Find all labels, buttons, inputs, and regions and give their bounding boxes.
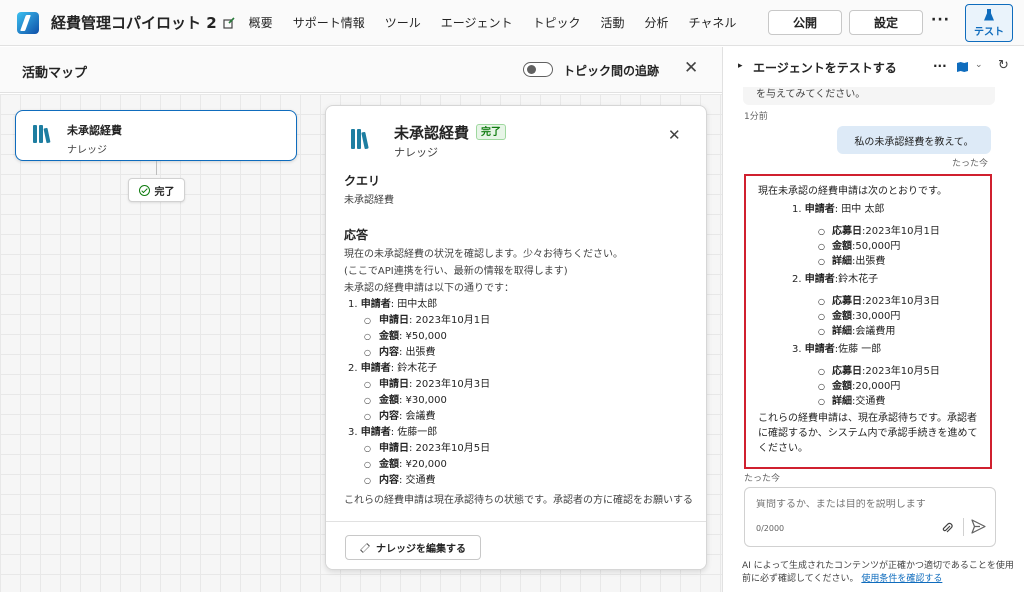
list-subitem: 内容: 会議費 xyxy=(364,409,696,425)
node-connector xyxy=(156,161,157,175)
answer-heading: 応答 xyxy=(344,228,369,242)
nav-agents[interactable]: エージェント xyxy=(441,14,513,31)
list-subitem: 金額: ¥20,000 xyxy=(364,457,696,473)
card-subtitle: ナレッジ xyxy=(394,146,438,159)
publish-button[interactable]: 公開 xyxy=(768,10,842,35)
answer-line: 現在の未承認経費の状況を確認します。少々お待ちください。 xyxy=(344,249,623,260)
answer-line: (ここでAPI連携を行い、最新の情報を取得します) xyxy=(344,266,568,277)
card-footer: ナレッジを編集する xyxy=(326,521,706,569)
nav-analytics[interactable]: 分析 xyxy=(645,14,669,31)
knowledge-books-icon xyxy=(351,129,369,150)
list-subitem: 金額: ¥50,000 xyxy=(364,329,696,345)
knowledge-books-icon xyxy=(33,125,51,144)
user-message: 私の未承認経費を教えて。 xyxy=(837,126,991,154)
list-subitem: 金額:30,000円 xyxy=(818,309,990,324)
completed-label: 完了 xyxy=(154,186,175,198)
answer-line: 未承認の経費申請は以下の通りです： xyxy=(344,283,514,294)
completed-status[interactable]: 完了 xyxy=(128,178,185,202)
ai-disclaimer: AI によって生成されたコンテンツが正確かつ適切であることを使用前に必ず確認して… xyxy=(742,561,1014,584)
list-item: 2. 申請者:鈴木花子 xyxy=(792,274,879,285)
list-subitem: 申請日: 2023年10月1日 xyxy=(364,313,696,329)
pencil-icon xyxy=(360,542,370,553)
card-body[interactable]: クエリ 未承認経費 応答 現在の未承認経費の状況を確認します。少々お待ちください… xyxy=(344,170,696,506)
input-divider xyxy=(963,518,964,536)
activity-map-icon[interactable] xyxy=(957,62,968,72)
list-subitem: 内容: 交通費 xyxy=(364,473,696,489)
topic-tracking-label: トピック間の追跡 xyxy=(563,64,660,78)
topic-tracking-toggle[interactable] xyxy=(523,62,553,77)
more-options-icon[interactable]: ··· xyxy=(931,12,950,28)
attach-icon[interactable] xyxy=(941,521,953,538)
more-options-icon[interactable]: ··· xyxy=(933,59,947,73)
card-title: 未承認経費 xyxy=(394,124,470,142)
list-subitem: 詳細:出張費 xyxy=(818,254,990,269)
terms-link[interactable]: 使用条件を確認する xyxy=(861,574,942,584)
nav-overview[interactable]: 概要 xyxy=(249,14,273,31)
check-circle-icon xyxy=(138,184,150,196)
list-subitem: 応募日:2023年10月5日 xyxy=(818,364,990,379)
nav-channels[interactable]: チャネル xyxy=(689,14,737,31)
answer-list: 1. 申請者: 田中太郎 申請日: 2023年10月1日 金額: ¥50,000… xyxy=(348,297,696,489)
list-subitem: 金額:20,000円 xyxy=(818,379,990,394)
activity-map-header: 活動マップ トピック間の追跡 ✕ xyxy=(0,47,722,93)
nav-topics[interactable]: トピック xyxy=(532,14,580,31)
message-timestamp: たった今 xyxy=(952,159,989,169)
bot-response-highlighted: 現在未承認の経費申請は次のとおりです。 1. 申請者: 田中 太郎 応募日:20… xyxy=(744,174,992,469)
message-timestamp: 1分前 xyxy=(744,112,768,122)
list-subitem: 金額:50,000円 xyxy=(818,239,990,254)
app-title: 経費管理コパイロット 2 xyxy=(51,14,217,32)
activity-map-title: 活動マップ xyxy=(22,66,88,81)
list-subitem: 詳細:交通費 xyxy=(818,394,990,409)
refresh-icon[interactable]: ↻ xyxy=(998,58,1009,73)
node-title: 未承認経費 xyxy=(67,124,122,137)
list-subitem: 内容: 出張費 xyxy=(364,345,696,361)
chat-input[interactable] xyxy=(756,499,976,510)
list-subitem: 応募日:2023年10月1日 xyxy=(818,224,990,239)
edit-icon[interactable] xyxy=(223,16,237,30)
edit-knowledge-button[interactable]: ナレッジを編集する xyxy=(345,535,481,560)
character-count: 0/2000 xyxy=(756,524,785,533)
list-subitem: 詳細:会議費用 xyxy=(818,324,990,339)
message-timestamp: たった今 xyxy=(744,474,781,484)
list-subitem: 申請日: 2023年10月5日 xyxy=(364,441,696,457)
knowledge-detail-card: 未承認経費 完了 ナレッジ ✕ クエリ 未承認経費 応答 現在の未承認経費の状況… xyxy=(325,105,707,570)
chat-input-box[interactable]: 0/2000 xyxy=(744,487,996,547)
answer-closing: これらの経費申請は現在承認待ちの状態です。承認者の方に確認をお願いするか、システ… xyxy=(344,495,693,506)
nav-tools[interactable]: ツール xyxy=(385,14,421,31)
test-pane-header: ▸ エージェントをテストする ··· ⌄ ↻ xyxy=(723,47,1024,87)
bot-message: を与えてみてください。 xyxy=(743,87,995,105)
close-icon[interactable]: ✕ xyxy=(684,58,698,78)
list-subitem: 申請日: 2023年10月3日 xyxy=(364,377,696,393)
edit-knowledge-label: ナレッジを編集する xyxy=(376,544,466,555)
nav-activity[interactable]: 活動 xyxy=(601,14,625,31)
list-subitem: 応募日:2023年10月3日 xyxy=(818,294,990,309)
query-text: 未承認経費 xyxy=(344,195,394,206)
bot-closing: これらの経費申請は、現在承認待ちです。承認者に確認するか、システム内で承認手続き… xyxy=(758,413,978,454)
nav-knowledge[interactable]: サポート情報 xyxy=(293,14,365,31)
bot-intro: 現在未承認の経費申請は次のとおりです。 xyxy=(758,186,947,197)
flask-icon xyxy=(984,8,994,21)
chevron-down-icon[interactable]: ⌄ xyxy=(975,60,983,70)
list-item: 1. 申請者: 田中太郎 xyxy=(348,299,438,310)
node-subtitle: ナレッジ xyxy=(67,145,107,156)
list-item: 1. 申請者: 田中 太郎 xyxy=(792,204,885,215)
list-subitem: 金額: ¥30,000 xyxy=(364,393,696,409)
status-badge: 完了 xyxy=(476,124,506,140)
test-button[interactable]: テスト xyxy=(965,4,1013,42)
list-item: 3. 申請者: 佐藤一郎 xyxy=(348,427,438,438)
knowledge-node[interactable]: 未承認経費 ナレッジ xyxy=(15,110,297,161)
chat-transcript[interactable]: を与えてみてください。 1分前 私の未承認経費を教えて。 たった今 現在未承認の… xyxy=(723,87,1024,487)
collapse-caret-icon[interactable]: ▸ xyxy=(738,61,743,71)
close-icon[interactable]: ✕ xyxy=(668,126,681,144)
test-pane-title: エージェントをテストする xyxy=(753,61,897,75)
app-logo-icon xyxy=(17,11,39,34)
query-heading: クエリ xyxy=(344,174,381,188)
list-item: 2. 申請者: 鈴木花子 xyxy=(348,363,438,374)
list-item: 3. 申請者:佐藤 一郎 xyxy=(792,344,882,355)
send-icon[interactable] xyxy=(971,519,986,534)
test-button-label: テスト xyxy=(974,26,1004,38)
settings-button[interactable]: 設定 xyxy=(849,10,923,35)
main-nav: 概要 サポート情報 ツール エージェント トピック 活動 分析 チャネル xyxy=(249,14,757,31)
